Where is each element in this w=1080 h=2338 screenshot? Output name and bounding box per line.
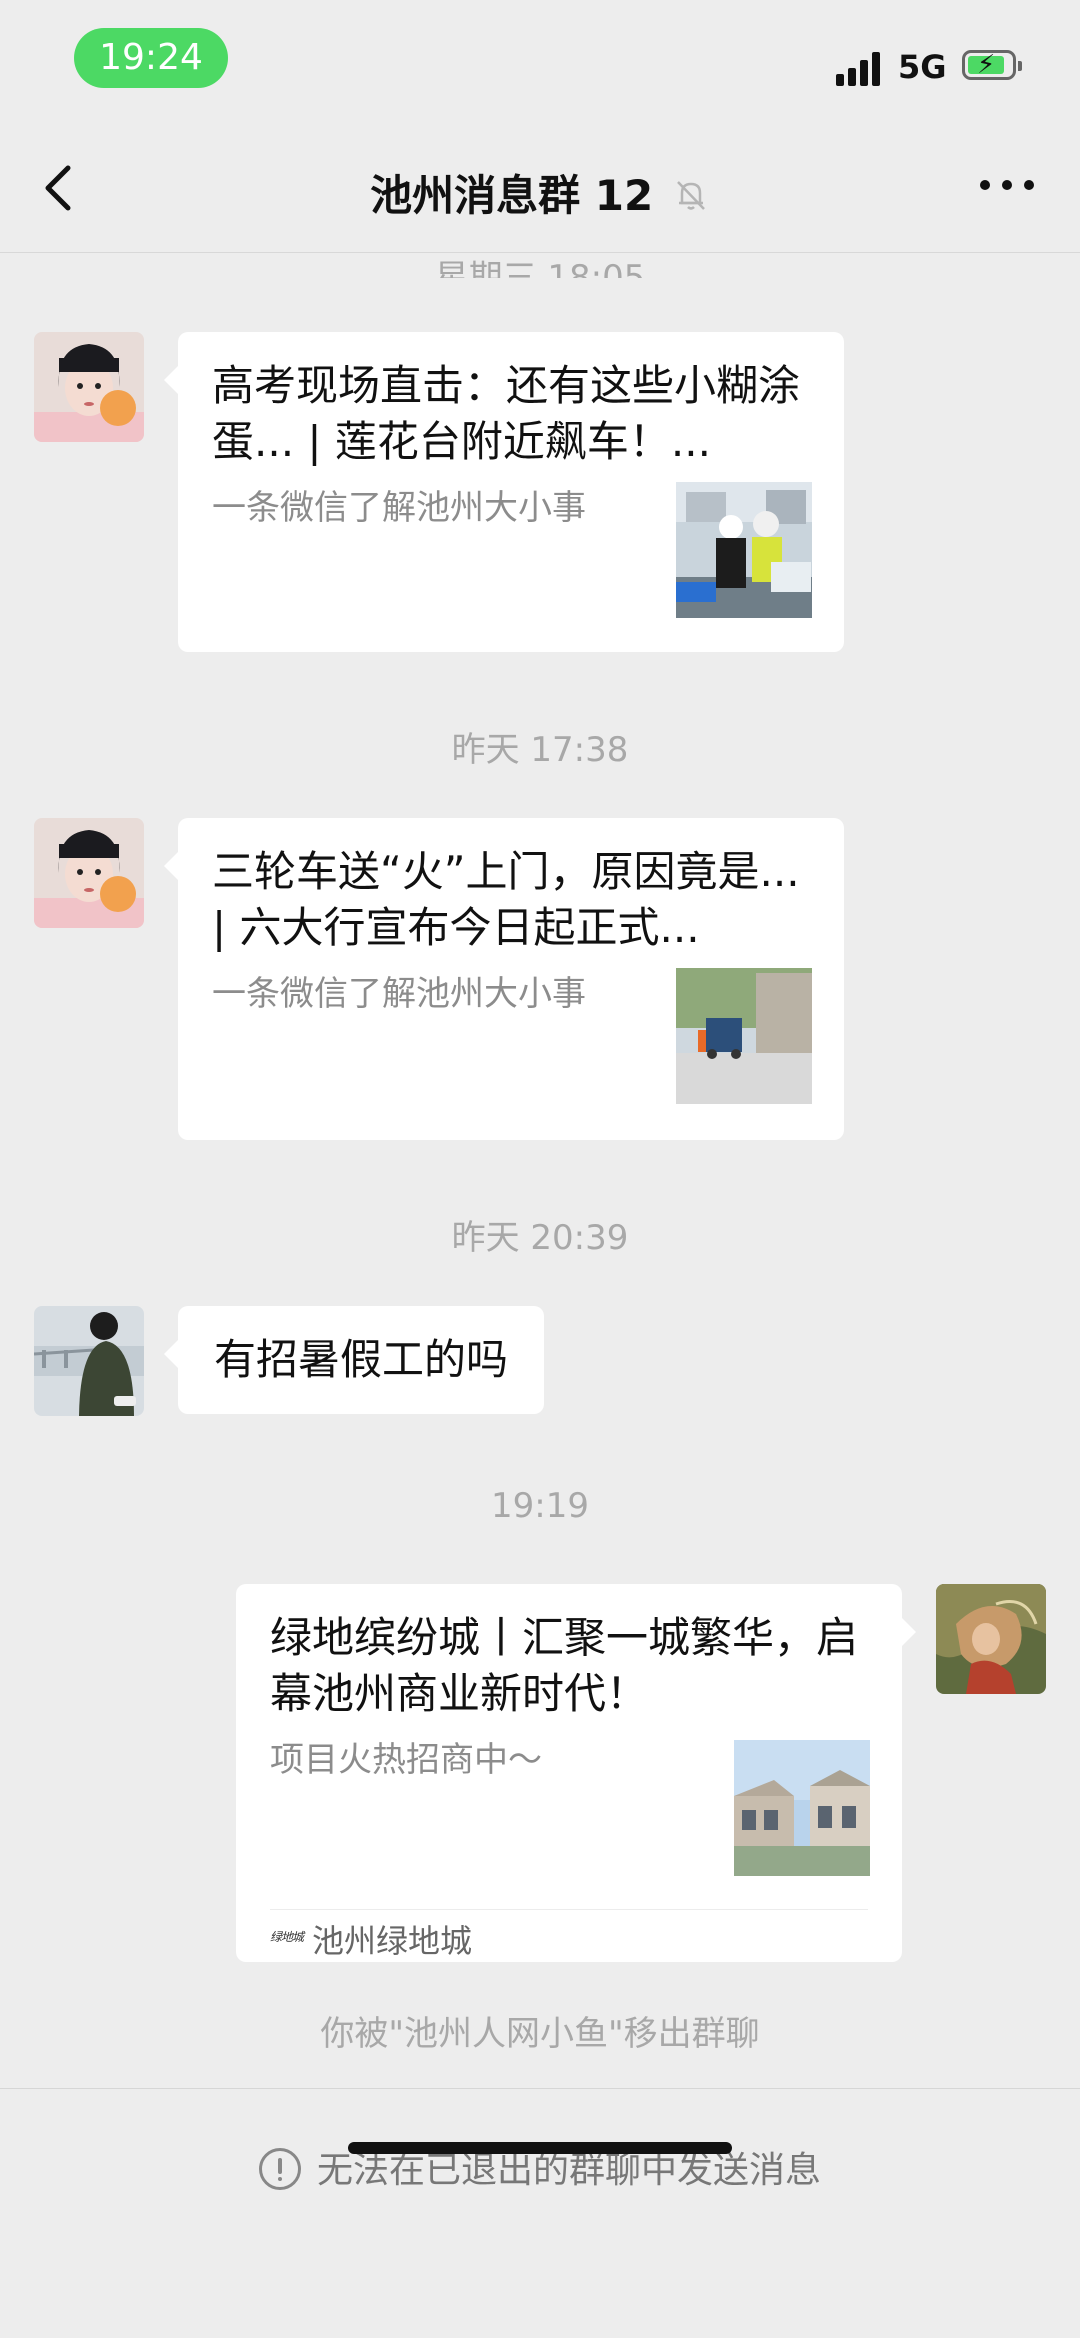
- card-description: 项目火热招商中～: [270, 1740, 542, 1780]
- text-message-bubble[interactable]: 有招暑假工的吗: [163, 1306, 545, 1414]
- card-thumbnail: [676, 968, 812, 1104]
- footer-bar: 无法在已退出的群聊中发送消息: [0, 2088, 1080, 2338]
- chat-title: 池州消息群 12: [370, 171, 654, 220]
- thumbnail-image-street: [676, 968, 812, 1104]
- avatar[interactable]: [34, 818, 144, 928]
- article-card[interactable]: 高考现场直击：还有这些小糊涂蛋... | 莲花台附近飙车！... 一条微信了解池…: [164, 332, 844, 652]
- home-indicator[interactable]: [348, 2142, 732, 2154]
- more-button[interactable]: [980, 180, 1034, 194]
- avatar-image-girl: [34, 332, 144, 442]
- chat-title-wrap: 池州消息群 12: [0, 162, 1080, 223]
- card-description: 一条微信了解池州大小事: [212, 974, 586, 1014]
- card-thumbnail: [676, 482, 812, 618]
- thumbnail-image-police: [676, 482, 812, 618]
- signal-icon: [836, 50, 886, 86]
- source-logo-icon: 绿地城: [270, 1930, 304, 1944]
- card-thumbnail: [734, 1740, 870, 1876]
- message-timestamp: 19:19: [491, 1486, 589, 1526]
- card-title: 三轮车送“火”上门，原因竟是... | 六大行宣布今日起正式...: [212, 847, 800, 952]
- article-card[interactable]: 三轮车送“火”上门，原因竟是... | 六大行宣布今日起正式... 一条微信了解…: [164, 818, 844, 1140]
- avatar-image-painting: [936, 1584, 1046, 1694]
- system-message: 你被"池州人网小鱼"移出群聊: [320, 2014, 760, 2054]
- card-title: 高考现场直击：还有这些小糊涂蛋... | 莲花台附近飙车！...: [212, 361, 801, 466]
- message-timestamp: 昨天 20:39: [451, 1218, 629, 1258]
- avatar-image-man-riverside: [34, 1306, 144, 1416]
- card-description: 一条微信了解池州大小事: [212, 488, 586, 528]
- network-type: 5G: [898, 48, 947, 86]
- status-bar: 19:24 5G ⚡: [0, 0, 1080, 120]
- article-card[interactable]: 绿地缤纷城丨汇聚一城繁华，启幕池州商业新时代！ 项目火热招商中～ 绿地城 池州绿…: [236, 1584, 916, 1962]
- status-time: 19:24: [74, 28, 228, 88]
- chat-header: 池州消息群 12: [0, 120, 1080, 253]
- source-name: 池州绿地城: [312, 1922, 473, 1960]
- info-circle-icon: [258, 2148, 301, 2190]
- card-source: 绿地城 池州绿地城: [270, 1909, 868, 1962]
- avatar-self[interactable]: [936, 1584, 1046, 1694]
- message-timestamp: 昨天 17:38: [451, 730, 629, 770]
- avatar-image-girl: [34, 818, 144, 928]
- avatar[interactable]: [34, 1306, 144, 1416]
- message-timestamp: 星期三 18:05: [434, 258, 646, 278]
- footer-notice: 无法在已退出的群聊中发送消息: [316, 2150, 821, 2191]
- thumbnail-image-mall: [734, 1740, 870, 1876]
- card-title: 绿地缤纷城丨汇聚一城繁华，启幕池州商业新时代！: [270, 1613, 859, 1718]
- text-message: 有招暑假工的吗: [214, 1335, 509, 1384]
- battery-charging-icon: ⚡: [962, 50, 1022, 80]
- avatar[interactable]: [34, 332, 144, 442]
- mute-bell-icon: [676, 181, 705, 210]
